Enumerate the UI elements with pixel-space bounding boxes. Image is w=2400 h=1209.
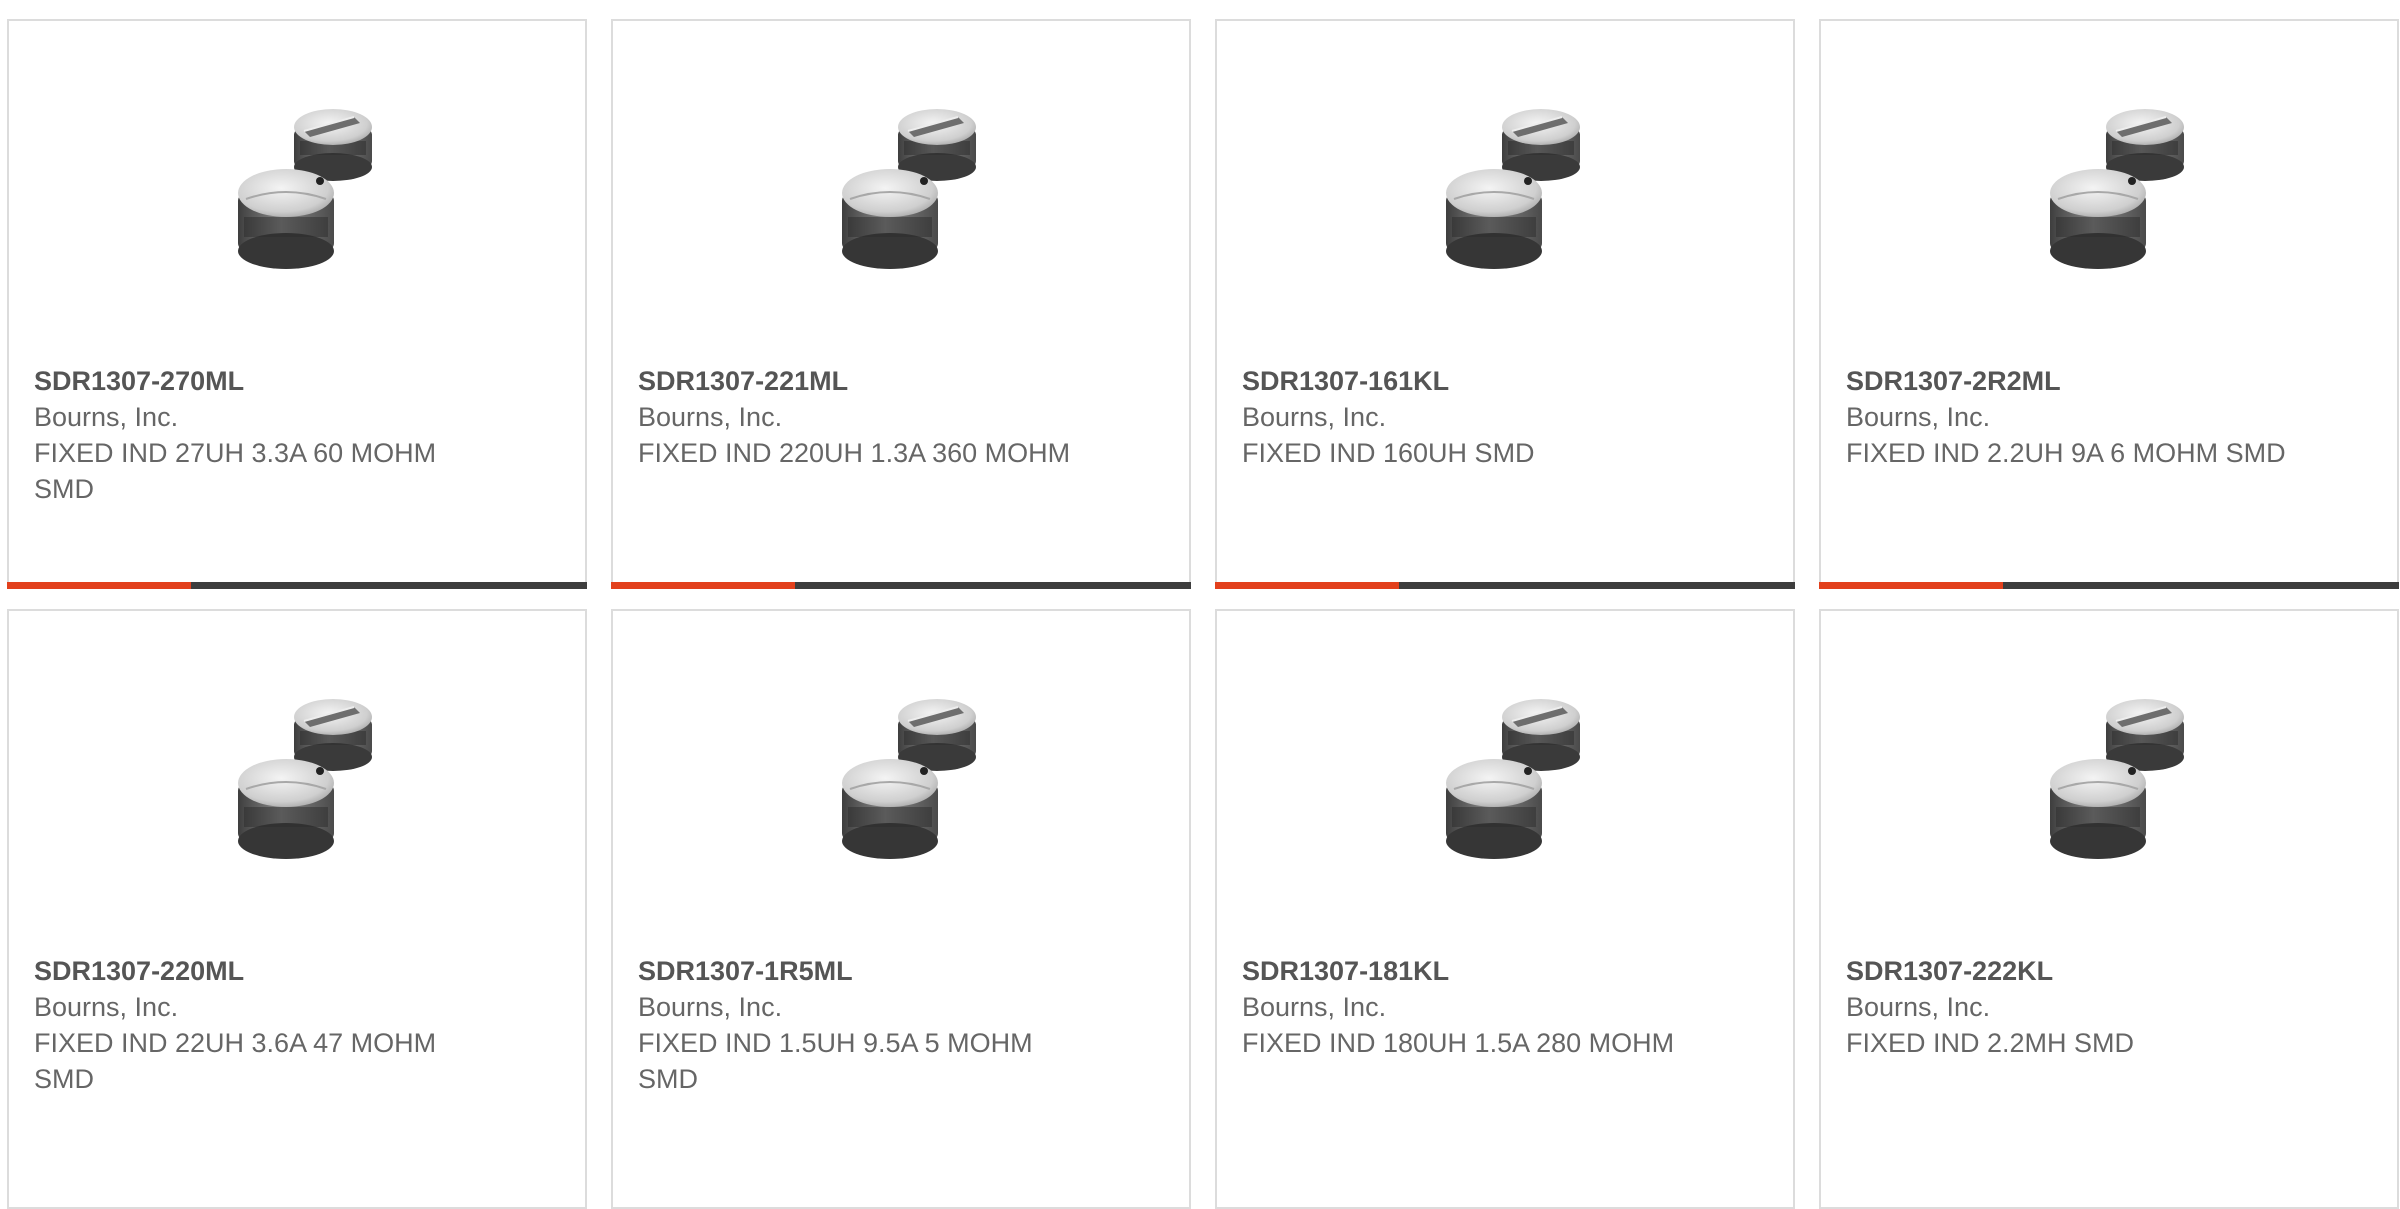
product-description: FIXED IND 180UH 1.5A 280 MOHM bbox=[1242, 1028, 1675, 1058]
product-description: FIXED IND 160UH SMD bbox=[1242, 438, 1535, 468]
inductor-image[interactable] bbox=[798, 89, 1006, 289]
inductor-image[interactable] bbox=[1402, 679, 1610, 879]
product-info: SDR1307-270ML Bourns, Inc. FIXED IND 27U… bbox=[34, 363, 485, 507]
product-description: FIXED IND 2.2UH 9A 6 MOHM SMD bbox=[1846, 438, 2286, 468]
card-accent-bar bbox=[7, 582, 587, 589]
card-accent-bar bbox=[1819, 582, 2399, 589]
manufacturer-name: Bourns, Inc. bbox=[34, 992, 179, 1022]
part-number-link[interactable]: SDR1307-270ML bbox=[34, 363, 485, 399]
manufacturer-name: Bourns, Inc. bbox=[1846, 992, 1991, 1022]
product-info: SDR1307-181KL Bourns, Inc. FIXED IND 180… bbox=[1242, 953, 1693, 1061]
card-accent-highlight bbox=[611, 582, 795, 589]
product-card[interactable]: SDR1307-220ML Bourns, Inc. FIXED IND 22U… bbox=[7, 609, 587, 1209]
manufacturer-name: Bourns, Inc. bbox=[34, 402, 179, 432]
part-number-link[interactable]: SDR1307-181KL bbox=[1242, 953, 1693, 989]
product-card[interactable]: SDR1307-1R5ML Bourns, Inc. FIXED IND 1.5… bbox=[611, 609, 1191, 1209]
product-description: FIXED IND 1.5UH 9.5A 5 MOHM SMD bbox=[638, 1028, 1033, 1094]
manufacturer-name: Bourns, Inc. bbox=[1242, 402, 1387, 432]
product-info: SDR1307-2R2ML Bourns, Inc. FIXED IND 2.2… bbox=[1846, 363, 2297, 471]
part-number-link[interactable]: SDR1307-220ML bbox=[34, 953, 485, 989]
part-number-link[interactable]: SDR1307-161KL bbox=[1242, 363, 1693, 399]
product-card[interactable]: SDR1307-270ML Bourns, Inc. FIXED IND 27U… bbox=[7, 19, 587, 589]
part-number-link[interactable]: SDR1307-221ML bbox=[638, 363, 1089, 399]
manufacturer-name: Bourns, Inc. bbox=[638, 992, 783, 1022]
card-accent-bar bbox=[611, 582, 1191, 589]
manufacturer-name: Bourns, Inc. bbox=[1846, 402, 1991, 432]
product-grid: SDR1307-270ML Bourns, Inc. FIXED IND 27U… bbox=[7, 19, 2399, 1209]
part-number-link[interactable]: SDR1307-222KL bbox=[1846, 953, 2297, 989]
inductor-image[interactable] bbox=[2006, 679, 2214, 879]
card-accent-highlight bbox=[1819, 582, 2003, 589]
product-info: SDR1307-221ML Bourns, Inc. FIXED IND 220… bbox=[638, 363, 1089, 471]
product-info: SDR1307-222KL Bourns, Inc. FIXED IND 2.2… bbox=[1846, 953, 2297, 1061]
product-card[interactable]: SDR1307-2R2ML Bourns, Inc. FIXED IND 2.2… bbox=[1819, 19, 2399, 589]
card-accent-highlight bbox=[7, 582, 191, 589]
product-description: FIXED IND 2.2MH SMD bbox=[1846, 1028, 2135, 1058]
product-card[interactable]: SDR1307-221ML Bourns, Inc. FIXED IND 220… bbox=[611, 19, 1191, 589]
product-info: SDR1307-161KL Bourns, Inc. FIXED IND 160… bbox=[1242, 363, 1693, 471]
card-accent-bar bbox=[1215, 582, 1795, 589]
inductor-image[interactable] bbox=[1402, 89, 1610, 289]
inductor-image[interactable] bbox=[798, 679, 1006, 879]
manufacturer-name: Bourns, Inc. bbox=[1242, 992, 1387, 1022]
inductor-image[interactable] bbox=[2006, 89, 2214, 289]
inductor-image[interactable] bbox=[194, 679, 402, 879]
part-number-link[interactable]: SDR1307-2R2ML bbox=[1846, 363, 2297, 399]
card-accent-highlight bbox=[1215, 582, 1399, 589]
inductor-image[interactable] bbox=[194, 89, 402, 289]
product-card[interactable]: SDR1307-222KL Bourns, Inc. FIXED IND 2.2… bbox=[1819, 609, 2399, 1209]
product-description: FIXED IND 220UH 1.3A 360 MOHM bbox=[638, 438, 1071, 468]
product-info: SDR1307-220ML Bourns, Inc. FIXED IND 22U… bbox=[34, 953, 485, 1097]
product-description: FIXED IND 27UH 3.3A 60 MOHM SMD bbox=[34, 438, 437, 504]
product-description: FIXED IND 22UH 3.6A 47 MOHM SMD bbox=[34, 1028, 437, 1094]
product-card[interactable]: SDR1307-161KL Bourns, Inc. FIXED IND 160… bbox=[1215, 19, 1795, 589]
manufacturer-name: Bourns, Inc. bbox=[638, 402, 783, 432]
product-info: SDR1307-1R5ML Bourns, Inc. FIXED IND 1.5… bbox=[638, 953, 1089, 1097]
product-card[interactable]: SDR1307-181KL Bourns, Inc. FIXED IND 180… bbox=[1215, 609, 1795, 1209]
part-number-link[interactable]: SDR1307-1R5ML bbox=[638, 953, 1089, 989]
